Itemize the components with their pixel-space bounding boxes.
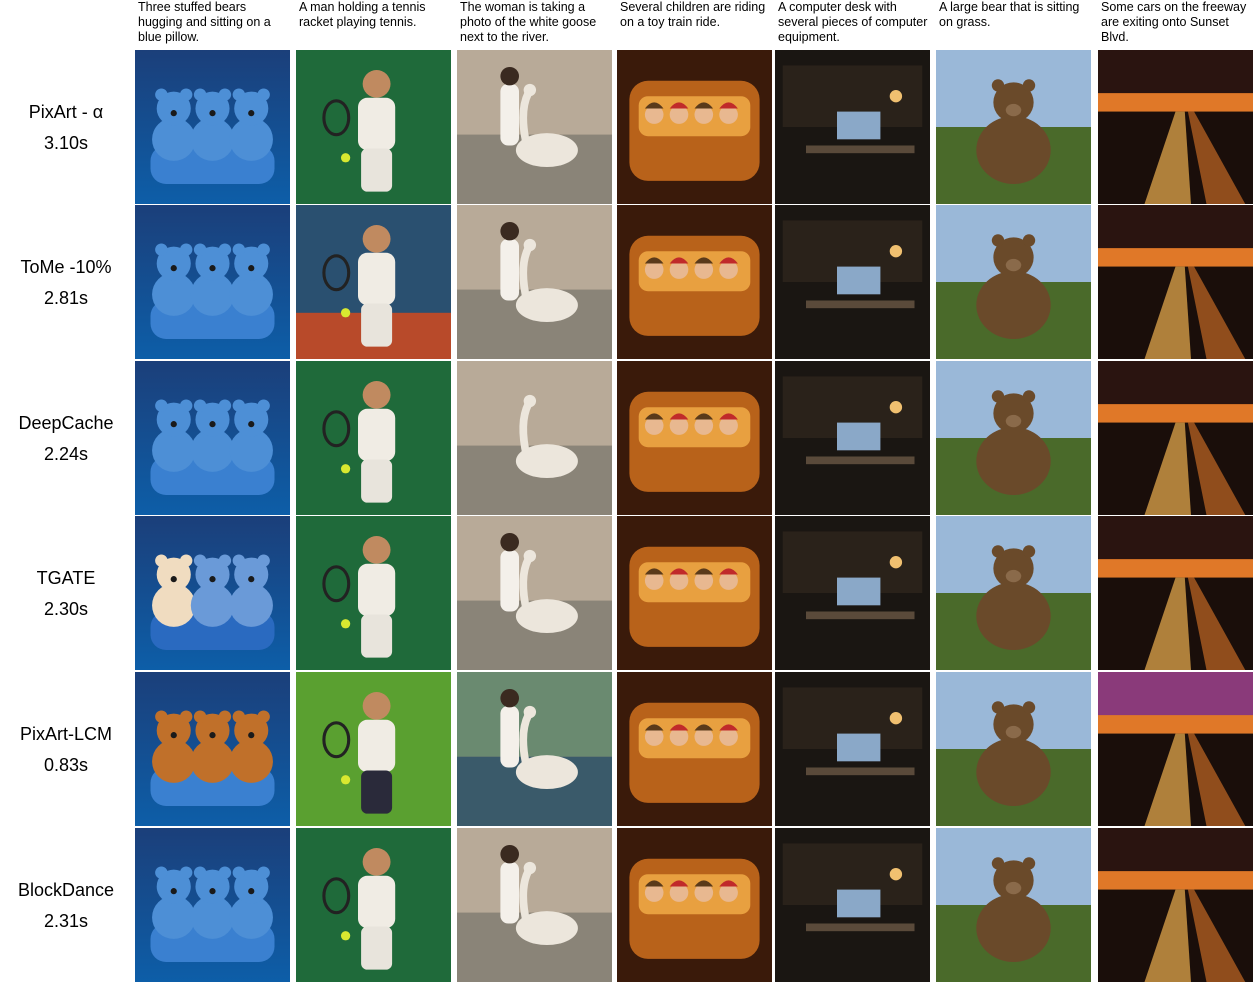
generated-image xyxy=(296,672,451,826)
generated-image xyxy=(457,828,612,982)
generated-image xyxy=(936,361,1091,515)
method-label: PixArt - α 3.10s xyxy=(0,97,132,159)
method-name: DeepCache xyxy=(18,413,114,433)
generated-image xyxy=(296,50,451,204)
generated-image xyxy=(617,361,772,515)
generated-image xyxy=(296,516,451,670)
generated-image xyxy=(135,828,290,982)
generated-image xyxy=(457,672,612,826)
method-time: 2.30s xyxy=(43,599,89,619)
method-time: 2.24s xyxy=(43,444,89,464)
generated-image xyxy=(936,205,1091,359)
generated-image xyxy=(936,50,1091,204)
generated-image xyxy=(135,516,290,670)
prompt-caption-6: A large bear that is sitting on grass. xyxy=(939,0,1080,29)
method-name: TGATE xyxy=(36,568,96,588)
method-label: DeepCache 2.24s xyxy=(0,408,132,470)
method-time: 0.83s xyxy=(43,755,89,775)
generated-image xyxy=(936,672,1091,826)
generated-image xyxy=(1098,50,1253,204)
prompt-caption-4: Several children are riding on a toy tra… xyxy=(620,0,766,29)
comparison-figure: Three stuffed bears hugging and sitting … xyxy=(0,0,1256,985)
generated-image xyxy=(457,516,612,670)
generated-image xyxy=(1098,516,1253,670)
generated-image xyxy=(296,205,451,359)
generated-image xyxy=(775,516,930,670)
generated-image xyxy=(135,205,290,359)
prompt-caption-5: A computer desk with several pieces of c… xyxy=(778,0,928,44)
method-label: TGATE 2.30s xyxy=(0,563,132,625)
generated-image xyxy=(135,50,290,204)
generated-image xyxy=(617,672,772,826)
generated-image xyxy=(1098,828,1253,982)
generated-image xyxy=(1098,672,1253,826)
prompt-caption-1: Three stuffed bears hugging and sitting … xyxy=(138,0,271,44)
generated-image xyxy=(936,516,1091,670)
method-label: BlockDance 2.31s xyxy=(0,875,132,937)
generated-image xyxy=(617,516,772,670)
generated-image xyxy=(296,361,451,515)
generated-image xyxy=(457,50,612,204)
prompt-caption-7: Some cars on the freeway are exiting ont… xyxy=(1101,0,1247,44)
generated-image xyxy=(135,672,290,826)
generated-image xyxy=(617,50,772,204)
generated-image xyxy=(775,50,930,204)
generated-image xyxy=(296,828,451,982)
generated-image xyxy=(775,361,930,515)
generated-image xyxy=(775,828,930,982)
method-label: ToMe -10% 2.81s xyxy=(0,252,132,314)
generated-image xyxy=(775,672,930,826)
generated-image xyxy=(617,205,772,359)
generated-image xyxy=(1098,205,1253,359)
method-time: 2.81s xyxy=(43,288,89,308)
prompt-caption-3: The woman is taking a photo of the white… xyxy=(460,0,597,44)
generated-image xyxy=(457,205,612,359)
method-name: PixArt-LCM xyxy=(19,724,112,744)
method-label: PixArt-LCM 0.83s xyxy=(0,719,132,781)
prompt-caption-2: A man holding a tennis racket playing te… xyxy=(299,0,426,29)
generated-image xyxy=(617,828,772,982)
generated-image xyxy=(135,361,290,515)
method-name: ToMe -10% xyxy=(20,257,112,277)
method-time: 2.31s xyxy=(43,911,89,931)
method-name: PixArt - α xyxy=(28,102,104,122)
generated-image xyxy=(1098,361,1253,515)
generated-image xyxy=(936,828,1091,982)
generated-image xyxy=(457,361,612,515)
method-name: BlockDance xyxy=(17,880,115,900)
generated-image xyxy=(775,205,930,359)
method-time: 3.10s xyxy=(43,133,89,153)
